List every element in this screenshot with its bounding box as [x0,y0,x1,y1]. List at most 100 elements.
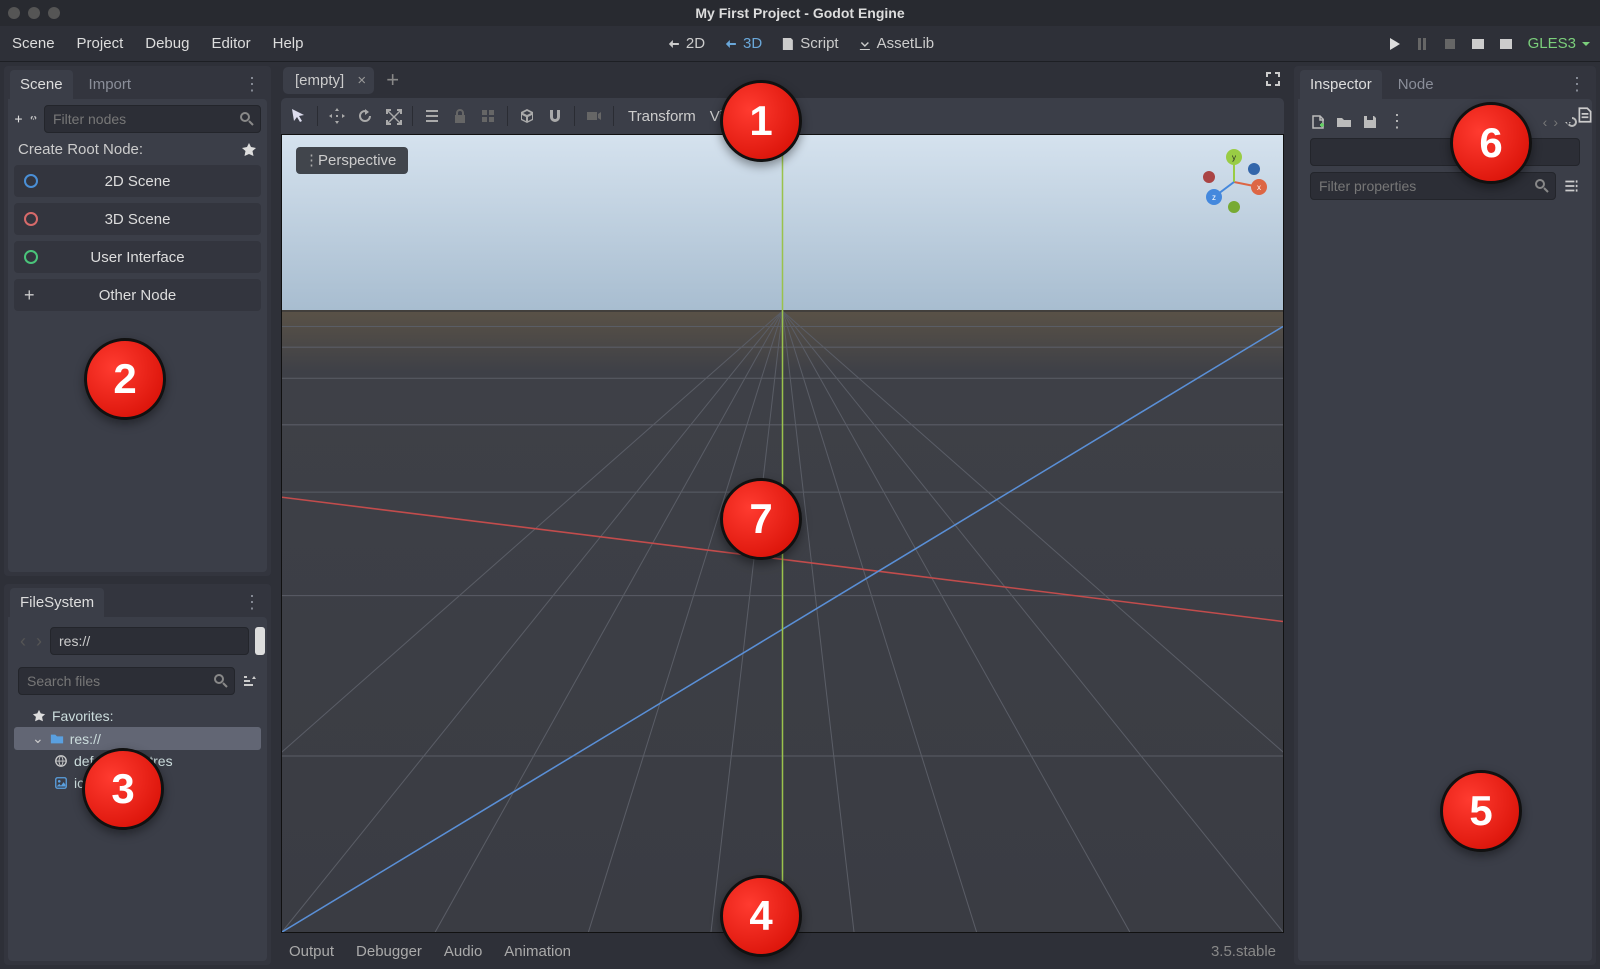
arrow-return-icon [723,36,739,52]
scale-tool-icon[interactable] [384,107,402,125]
engine-version-label: 3.5.stable [1211,943,1276,960]
filesystem-dock-menu-icon[interactable]: ⋮ [239,592,265,613]
history-back-icon[interactable]: ‹ [1543,114,1548,130]
load-resource-icon[interactable] [1336,114,1352,130]
node-dock-tab[interactable]: Node [1388,70,1444,99]
distraction-free-icon[interactable] [1264,70,1282,91]
window-traffic-lights[interactable] [8,7,60,19]
add-node-icon[interactable] [14,111,23,127]
menu-help[interactable]: Help [273,35,304,52]
lock-icon[interactable] [451,107,469,125]
inspector-extra-menu-icon[interactable]: ⋮ [1388,111,1406,132]
root-option-3d[interactable]: 3D Scene [14,203,261,235]
window-close-icon[interactable] [8,7,20,19]
menu-debug[interactable]: Debug [145,35,189,52]
window-title: My First Project - Godot Engine [695,5,904,21]
environment-file-icon [54,754,68,768]
local-coords-icon[interactable] [518,107,536,125]
search-icon [239,111,255,127]
script-icon [780,36,796,52]
svg-text:z: z [1212,193,1216,202]
axis-gizmo[interactable]: x y z [1199,147,1269,217]
inspector-dock-tab[interactable]: Inspector [1300,70,1382,99]
res-root-row[interactable]: ⌄ res:// [14,727,261,750]
workspace-tab-3d[interactable]: 3D [723,35,762,52]
star-icon[interactable] [241,142,257,158]
menu-scene[interactable]: Scene [12,35,55,52]
annotation-bubble: 7 [720,478,802,560]
favorites-row[interactable]: Favorites: [14,705,261,727]
search-icon [213,673,229,689]
scene-dock-menu-icon[interactable]: ⋮ [239,74,265,95]
import-dock-tab[interactable]: Import [79,70,142,99]
bottom-tab-animation[interactable]: Animation [504,943,571,960]
stop-icon[interactable] [1442,36,1458,52]
nav-back-icon[interactable]: ‹ [18,631,28,652]
filesystem-dock-tab[interactable]: FileSystem [10,588,104,617]
play-custom-scene-icon[interactable] [1498,36,1514,52]
window-zoom-icon[interactable] [48,7,60,19]
annotation-bubble: 2 [84,338,166,420]
play-scene-icon[interactable] [1470,36,1486,52]
add-scene-tab-icon[interactable]: + [382,67,403,93]
link-icon[interactable] [29,111,38,127]
nav-forward-icon[interactable]: › [34,631,44,652]
transform-menu[interactable]: Transform [628,108,696,125]
plus-icon: + [24,286,35,304]
sort-icon[interactable] [241,672,257,690]
camera-preview-icon[interactable] [585,107,603,125]
group-icon[interactable] [479,107,497,125]
annotation-bubble: 6 [1450,102,1532,184]
renderer-selector[interactable]: GLES3 [1528,35,1592,52]
select-tool-icon[interactable] [289,107,307,125]
star-icon [32,709,46,723]
filesystem-path-input[interactable] [50,627,249,655]
save-resource-icon[interactable] [1362,114,1378,130]
window-titlebar: My First Project - Godot Engine [0,0,1600,26]
search-icon [1534,178,1550,194]
filesystem-view-toggle[interactable] [255,627,265,655]
filesystem-search-input[interactable] [18,667,235,695]
workspace-tab-2d[interactable]: 2D [666,35,705,52]
rotate-tool-icon[interactable] [356,107,374,125]
snap-icon[interactable] [546,107,564,125]
workspace-tab-assetlib[interactable]: AssetLib [857,35,935,52]
inspector-object-field[interactable] [1310,138,1580,166]
menu-editor[interactable]: Editor [211,35,250,52]
root-option-ui[interactable]: User Interface [14,241,261,273]
list-select-icon[interactable] [423,107,441,125]
right-dock: Inspector Node ⋮ ⋮ ‹ › [1290,62,1600,969]
settings-toggle-icon[interactable] [1562,177,1580,195]
docs-icon[interactable] [1576,106,1594,124]
scene-filter-input[interactable] [44,105,261,133]
spatial-icon [24,212,38,226]
scene-file-tab[interactable]: [empty] × [283,67,374,94]
left-dock: Scene Import ⋮ Create Root Node: [0,62,275,969]
play-icon[interactable] [1386,36,1402,52]
annotation-bubble: 4 [720,875,802,957]
bottom-tab-audio[interactable]: Audio [444,943,482,960]
window-minimize-icon[interactable] [28,7,40,19]
workspace-tab-script[interactable]: Script [780,35,838,52]
create-root-label: Create Root Node: [18,141,143,158]
image-file-icon [54,776,68,790]
root-option-other[interactable]: + Other Node [14,279,261,311]
perspective-badge[interactable]: Perspective [296,147,408,174]
root-option-2d[interactable]: 2D Scene [14,165,261,197]
svg-text:x: x [1257,183,1261,192]
close-tab-icon[interactable]: × [357,72,366,89]
menu-project[interactable]: Project [77,35,124,52]
scene-dock-tab[interactable]: Scene [10,70,73,99]
history-forward-icon[interactable]: › [1553,114,1558,130]
inspector-filter-input[interactable] [1310,172,1556,200]
control-icon [24,250,38,264]
chevron-down-icon: ⌄ [32,730,44,747]
pause-icon[interactable] [1414,36,1430,52]
folder-icon [50,732,64,746]
bottom-tab-debugger[interactable]: Debugger [356,943,422,960]
bottom-tab-output[interactable]: Output [289,943,334,960]
inspector-dock-menu-icon[interactable]: ⋮ [1564,74,1590,95]
move-tool-icon[interactable] [328,107,346,125]
chevron-down-icon [1580,38,1592,50]
new-resource-icon[interactable] [1310,114,1326,130]
